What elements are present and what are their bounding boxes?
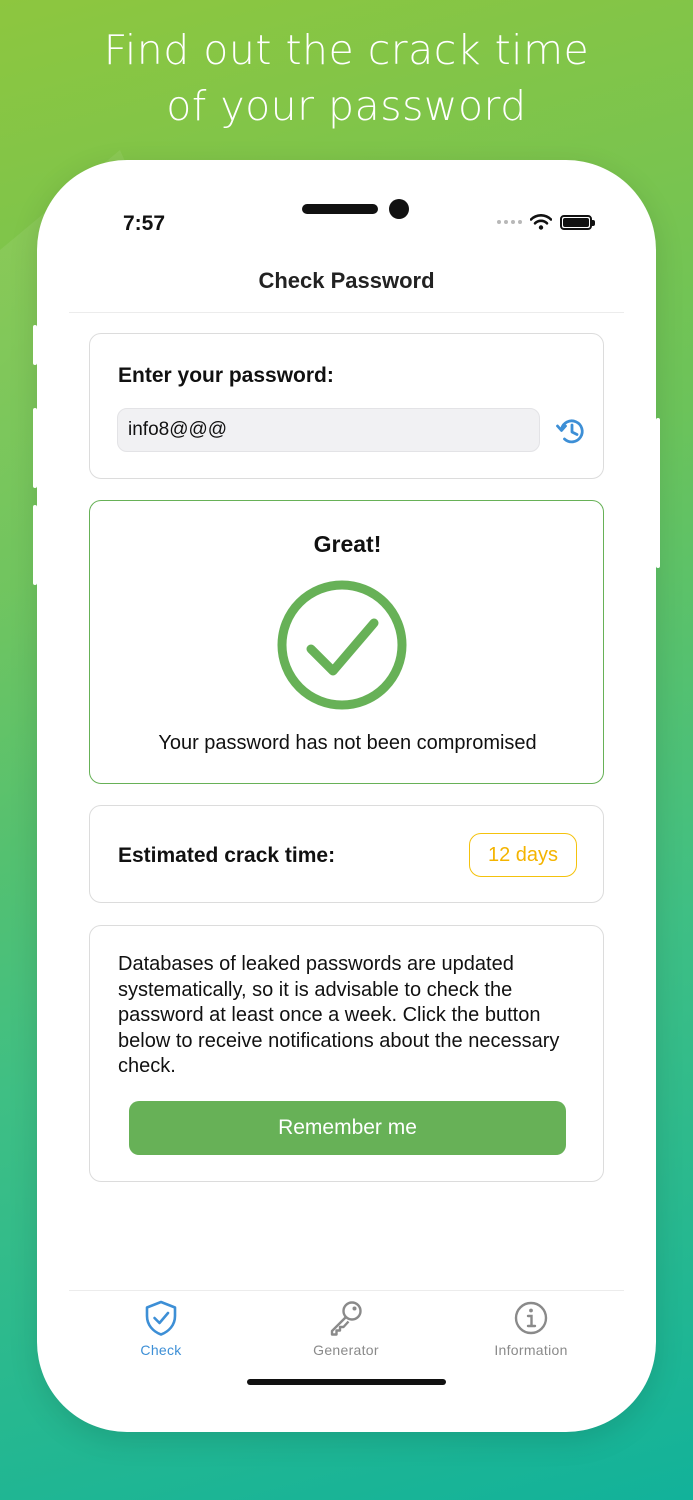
remember-me-button[interactable]: Remember me	[129, 1101, 566, 1155]
check-circle-icon	[277, 580, 407, 710]
history-button[interactable]	[554, 414, 588, 448]
battery-icon	[560, 214, 595, 230]
result-title: Great!	[313, 531, 382, 557]
tab-bar: Check Generator Information	[37, 1298, 656, 1368]
headline-line-2: of your password	[166, 82, 527, 130]
info-text: Databases of leaked passwords are update…	[118, 953, 560, 1077]
home-indicator	[247, 1379, 446, 1385]
crack-time-card: Estimated crack time: 12 days	[89, 805, 604, 903]
power-button	[656, 418, 660, 568]
tab-check[interactable]: Check	[96, 1298, 226, 1358]
front-camera	[389, 199, 409, 219]
volume-down-button	[33, 505, 37, 585]
tab-information-label: Information	[494, 1342, 568, 1358]
nav-divider	[69, 312, 624, 313]
wifi-icon	[530, 214, 552, 230]
headline-line-1: Find out the crack time	[103, 26, 590, 74]
result-message: Your password has not been compromised	[158, 732, 537, 754]
signal-icon	[497, 220, 522, 224]
result-card: Great! Your password has not been compro…	[89, 500, 604, 784]
crack-time-badge: 12 days	[469, 833, 577, 877]
password-card: Enter your password:	[89, 333, 604, 479]
info-card: Databases of leaked passwords are update…	[89, 925, 604, 1182]
volume-up-button	[33, 408, 37, 488]
phone-frame: 7:57 Check Password Enter your password:…	[33, 160, 660, 1432]
history-icon	[556, 419, 584, 444]
promo-headline: Find out the crack time of your password	[0, 22, 693, 134]
password-label: Enter your password:	[118, 364, 334, 387]
mute-switch	[33, 325, 37, 365]
tabbar-divider	[69, 1290, 624, 1291]
speaker-grille	[302, 204, 378, 214]
password-input[interactable]	[117, 408, 540, 452]
status-time: 7:57	[123, 212, 166, 235]
page-title: Check Password	[258, 268, 435, 293]
shield-check-icon	[145, 1300, 177, 1336]
tab-generator-label: Generator	[313, 1342, 379, 1358]
key-icon	[330, 1301, 362, 1336]
tab-check-label: Check	[140, 1342, 182, 1358]
status-icons	[497, 214, 595, 230]
crack-time-label: Estimated crack time:	[118, 844, 336, 867]
info-icon	[514, 1301, 548, 1335]
tab-generator[interactable]: Generator	[281, 1298, 411, 1358]
tab-information[interactable]: Information	[466, 1298, 596, 1358]
